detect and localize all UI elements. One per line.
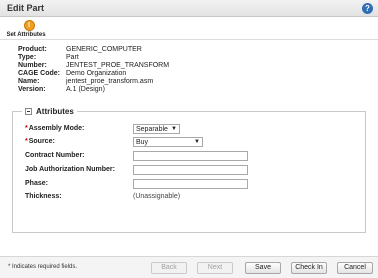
info-value: Part xyxy=(66,54,79,61)
help-icon[interactable]: ? xyxy=(362,3,373,14)
step-divider xyxy=(0,39,378,40)
phase-input[interactable] xyxy=(133,179,248,189)
source-label: *Source: xyxy=(25,138,55,145)
info-row-product: Product: GENERIC_COMPUTER xyxy=(18,46,169,54)
attributes-fieldset: Attributes *Assembly Mode: Separable ▼ *… xyxy=(12,107,366,233)
assembly-mode-value: Separable xyxy=(136,126,168,133)
step-flag-icon: ! xyxy=(23,20,35,31)
info-value: Demo Organization xyxy=(66,70,127,77)
cancel-button[interactable]: Cancel xyxy=(337,262,373,274)
info-row-type: Type: Part xyxy=(18,54,169,62)
dropdown-arrow-icon: ▼ xyxy=(171,126,177,132)
info-row-cage-code: CAGE Code: Demo Organization xyxy=(18,70,169,78)
collapse-icon[interactable] xyxy=(25,108,32,115)
info-key: Version: xyxy=(18,86,46,93)
thickness-label: Thickness: xyxy=(25,193,62,200)
job-auth-label: Job Authorization Number: xyxy=(25,166,115,173)
source-select[interactable]: Buy ▼ xyxy=(133,137,203,147)
info-key: Number: xyxy=(18,62,47,69)
info-key: Product: xyxy=(18,46,47,53)
job-auth-input[interactable] xyxy=(133,165,248,175)
dropdown-arrow-icon: ▼ xyxy=(194,139,200,145)
info-value: GENERIC_COMPUTER xyxy=(66,46,142,53)
window-title: Edit Part xyxy=(7,3,45,13)
back-button[interactable]: Back xyxy=(151,262,187,274)
info-key: Type: xyxy=(18,54,37,61)
assembly-mode-label: *Assembly Mode: xyxy=(25,125,84,132)
info-row-version: Version: A.1 (Design) xyxy=(18,86,169,94)
footer-bar: * Indicates required fields. Back Next S… xyxy=(0,257,378,278)
contract-number-input[interactable] xyxy=(133,151,248,161)
info-row-number: Number: JENTEST_PROE_TRANSFORM xyxy=(18,62,169,70)
assembly-mode-label-text: Assembly Mode: xyxy=(28,125,85,132)
phase-label: Phase: xyxy=(25,180,48,187)
assembly-mode-select[interactable]: Separable ▼ xyxy=(133,124,180,134)
source-value: Buy xyxy=(136,139,149,146)
next-button[interactable]: Next xyxy=(197,262,233,274)
info-value: A.1 (Design) xyxy=(66,86,105,93)
thickness-value: (Unassignable) xyxy=(133,193,181,200)
required-fields-note: * Indicates required fields. xyxy=(8,264,78,270)
step-label: Set Attributes xyxy=(6,32,46,38)
info-row-name: Name: jentest_proe_transform.asm xyxy=(18,78,169,86)
part-info: Product: GENERIC_COMPUTER Type: Part Numbe… xyxy=(18,46,169,94)
required-marker: * xyxy=(25,138,28,145)
legend-label: Attributes xyxy=(36,107,74,116)
info-key: CAGE Code: xyxy=(18,70,60,77)
save-button[interactable]: Save xyxy=(245,262,281,274)
step-set-attributes[interactable]: ! Set Attributes xyxy=(6,20,46,38)
info-value: JENTEST_PROE_TRANSFORM xyxy=(66,62,170,69)
source-label-text: Source: xyxy=(28,138,55,145)
attributes-legend[interactable]: Attributes xyxy=(22,107,77,116)
check-in-button[interactable]: Check In xyxy=(291,262,327,274)
title-bar: Edit Part ? xyxy=(0,0,378,17)
info-value: jentest_proe_transform.asm xyxy=(66,78,154,85)
contract-number-label: Contract Number: xyxy=(25,152,85,159)
required-marker: * xyxy=(25,125,28,132)
info-key: Name: xyxy=(18,78,40,85)
